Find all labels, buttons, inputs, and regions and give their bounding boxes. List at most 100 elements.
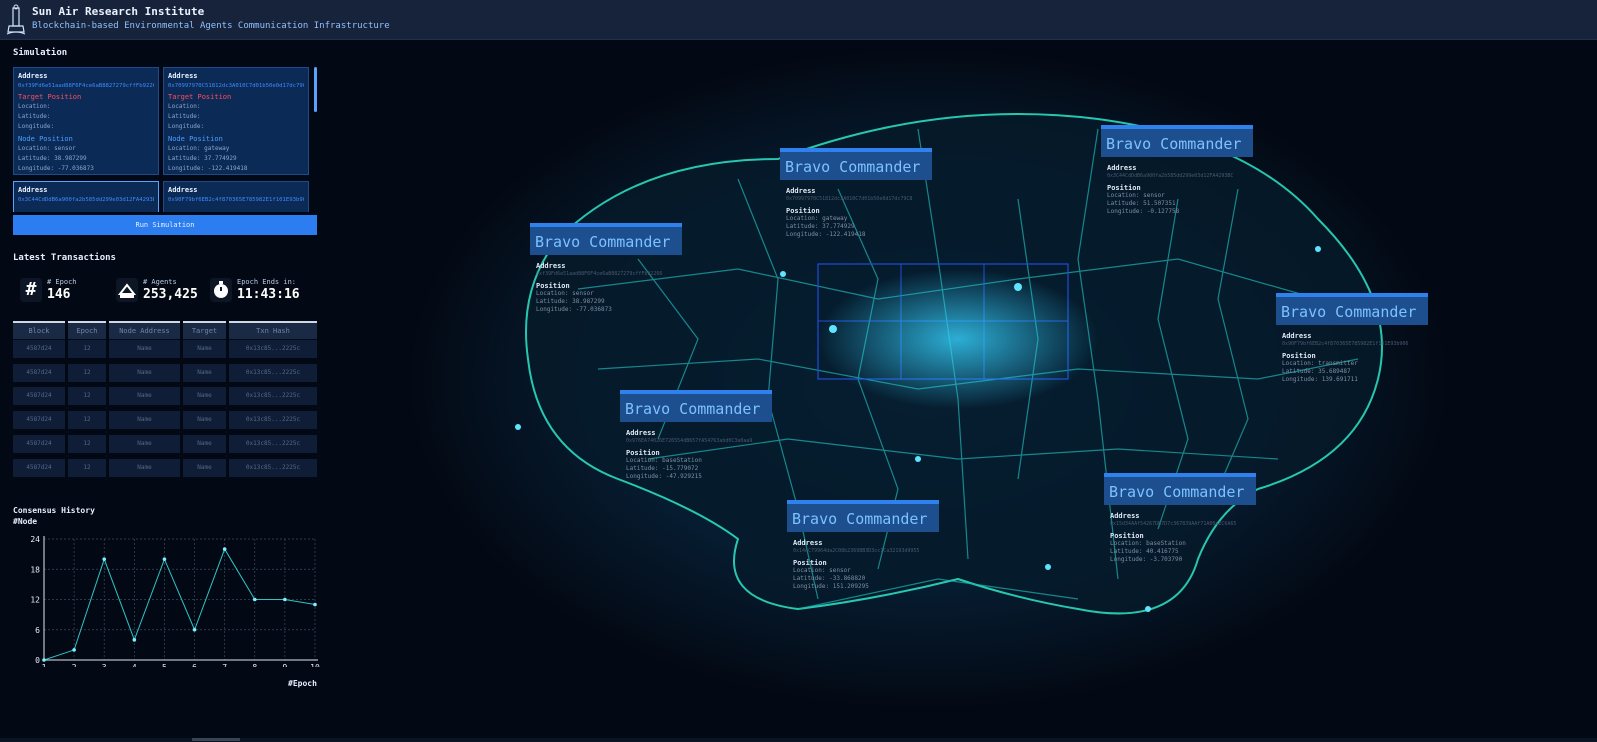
agents-icon <box>116 278 138 302</box>
target-location: Location: <box>168 103 201 110</box>
node-longitude: Longitude: -77.036873 <box>18 165 94 172</box>
popup-address: 0x3C44CdDdB6a900fa2b585dd299e03d12FA4293… <box>1107 173 1234 179</box>
chart-series-line <box>43 547 316 661</box>
popup-body: Address 0x976EA74026E726554dB657fA54763ab… <box>620 422 772 484</box>
chart-x-tick-label: 5 <box>162 663 167 667</box>
popup-body: Address 0x3C44CdDdB6a900fa2b585dd299e03d1… <box>1101 157 1253 219</box>
popup-position-label: Position <box>793 559 827 567</box>
popup-location: Location: baseStation <box>1110 540 1186 547</box>
popup-location: Location: baseStation <box>626 457 702 464</box>
popup-address-label: Address <box>1110 512 1140 520</box>
popup-body: Address 0x15d34AAf54267DB7D7c367839AAf71A… <box>1104 505 1256 567</box>
popup-position-label: Position <box>1107 184 1141 192</box>
run-simulation-button[interactable]: Run Simulation <box>13 215 317 235</box>
node-longitude: Longitude: -122.419418 <box>168 165 248 172</box>
popup-position-label: Position <box>1110 532 1144 540</box>
table-cell: 12 <box>68 340 106 358</box>
popup-longitude: Longitude: 151.209295 <box>793 583 869 590</box>
table-cell: Name <box>109 434 180 453</box>
popup-address: 0xf39Fd6e51aad88F6F4ce6aB8827279cffFb922… <box>536 271 663 277</box>
popup-latitude: Latitude: 40.416775 <box>1110 548 1179 555</box>
popup-address-label: Address <box>626 429 656 437</box>
agent-map-popup[interactable]: Bravo Commander Address 0x90F79bf6EB2c4f87… <box>1276 293 1428 403</box>
chart-data-point <box>192 627 197 632</box>
popup-title: Bravo Commander <box>1104 473 1256 505</box>
epoch-label: # Epoch <box>47 278 77 286</box>
popup-location: Location: gateway <box>786 215 848 222</box>
table-cell: Name <box>109 363 180 382</box>
chart-x-tick-label: 3 <box>102 663 107 667</box>
card-list-scrollbar[interactable] <box>314 67 317 112</box>
epoch-value: 146 <box>47 287 71 302</box>
popup-position-label: Position <box>1282 352 1316 360</box>
table-cell: 0x13c85...2225c <box>229 434 317 453</box>
agent-address: 0xf39Fd6e51aad88F6F4ce6aB8827279cffFb922… <box>18 83 154 89</box>
agent-card[interactable]: Address 0x90F79bf6EB2c4f870365E785982E1f… <box>163 181 309 212</box>
popup-location: Location: sensor <box>1107 192 1165 199</box>
popup-title: Bravo Commander <box>780 148 932 180</box>
agent-card[interactable]: Address 0xf39Fd6e51aad88F6F4ce6aB8827279… <box>13 67 159 175</box>
agent-address: 0x3C44CdDdB6a900fa2b585dd299e03d12FA4293… <box>18 197 154 203</box>
popup-latitude: Latitude: 51.507351 <box>1107 200 1176 207</box>
horizontal-scrollbar-thumb[interactable] <box>192 738 240 741</box>
popup-title: Bravo Commander <box>530 223 682 255</box>
table-cell: 0x13c85...2225c <box>229 411 317 430</box>
table-cell: 12 <box>68 363 106 382</box>
chart-y-tick-label: 24 <box>30 535 40 544</box>
popup-body: Address 0x14dC79964da2C08b23698B3D3cc7Ca3… <box>787 532 939 594</box>
chart-y-tick-label: 0 <box>35 656 40 665</box>
popup-longitude: Longitude: -122.419418 <box>786 231 866 238</box>
popup-position-label: Position <box>786 207 820 215</box>
target-position-label: Target Position <box>168 93 232 101</box>
chart-y-tick-label: 6 <box>35 626 40 635</box>
popup-address-label: Address <box>786 187 816 195</box>
agent-map-popup[interactable]: Bravo Commander Address 0x70997970C51812dc… <box>780 148 932 258</box>
agent-map-popup[interactable]: Bravo Commander Address 0x15d34AAf54267DB7… <box>1104 473 1256 583</box>
node-position-label: Node Position <box>18 135 73 143</box>
chart-data-point <box>222 547 227 551</box>
agent-map-popup[interactable]: Bravo Commander Address 0xf39Fd6e51aad88F6… <box>530 223 682 333</box>
table-cell: 0x13c85...2225c <box>229 363 317 382</box>
table-cell: Name <box>109 387 180 406</box>
table-cell: 12 <box>68 411 106 430</box>
popup-longitude: Longitude: 139.691711 <box>1282 376 1358 383</box>
chart-x-tick-label: 8 <box>252 663 257 667</box>
chart-x-tick-label: 7 <box>222 663 227 667</box>
agent-card-selected[interactable]: Address 0x3C44CdDdB6a900fa2b585dd299e03d… <box>13 181 159 212</box>
agent-card[interactable]: Address 0x70997970C51812dc3A010C7d01b50e… <box>163 67 309 175</box>
table-cell: Name <box>183 387 226 406</box>
address-label: Address <box>168 186 198 194</box>
popup-location: Location: sensor <box>536 290 594 297</box>
popup-address: 0x90F79bf6EB2c4f870365E785982E1f101E93b9… <box>1282 341 1409 347</box>
node-latitude: Latitude: 37.774929 <box>168 155 237 162</box>
simulation-card-list[interactable]: Address 0xf39Fd6e51aad88F6F4ce6aB8827279… <box>13 67 317 212</box>
target-latitude: Latitude: <box>168 113 201 120</box>
institute-logo-icon <box>6 4 26 35</box>
column-header-node-address[interactable]: Node Address <box>109 321 180 339</box>
popup-body: Address 0x90F79bf6EB2c4f870365E785982E1f1… <box>1276 325 1428 387</box>
column-header-block[interactable]: Block <box>13 321 65 339</box>
table-cell: 0x13c85...2225c <box>229 340 317 358</box>
chart-x-tick-label: 4 <box>132 663 137 667</box>
simulation-title: Simulation <box>13 48 68 58</box>
agent-map-popup[interactable]: Bravo Commander Address 0x3C44CdDdB6a900fa… <box>1101 125 1253 235</box>
agent-address: 0x90F79bf6EB2c4f870365E785982E1f101E93b9… <box>168 197 304 203</box>
column-header-target[interactable]: Target <box>183 321 226 339</box>
chart-y-axis-label: #Node <box>13 517 38 526</box>
chart-x-tick-label: 6 <box>192 663 197 667</box>
table-cell: 4587d24 <box>13 411 65 430</box>
popup-position-label: Position <box>626 449 660 457</box>
target-latitude: Latitude: <box>18 113 51 120</box>
epoch-timer-value: 11:43:16 <box>237 287 300 302</box>
chart-x-tick-label: 1 <box>42 663 47 667</box>
epoch-timer-label: Epoch Ends in: <box>237 278 297 286</box>
table-cell: 4587d24 <box>13 387 65 406</box>
table-cell: Name <box>183 434 226 453</box>
popup-location: Location: transmitter <box>1282 360 1358 367</box>
agent-map-popup[interactable]: Bravo Commander Address 0x976EA74026E72655… <box>620 390 772 500</box>
agent-map-popup[interactable]: Bravo Commander Address 0x14dC79964da2C08b… <box>787 500 939 610</box>
column-header-txn-hash[interactable]: Txn Hash <box>229 321 317 339</box>
horizontal-scrollbar[interactable] <box>0 738 1597 742</box>
column-header-epoch[interactable]: Epoch <box>68 321 106 339</box>
chart-x-tick-label: 9 <box>282 663 287 667</box>
